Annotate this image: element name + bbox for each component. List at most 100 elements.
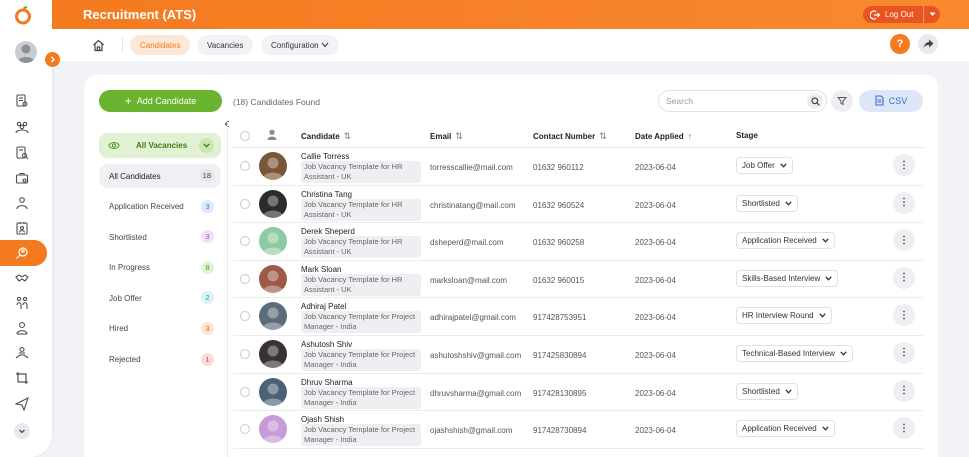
vacancy-select[interactable]: All Vacancies bbox=[99, 133, 221, 158]
table-row[interactable]: Derek Sheperd Job Vacancy Template for HR… bbox=[233, 223, 923, 261]
candidate-phone: 01632 960112 bbox=[533, 163, 584, 172]
eye-icon bbox=[108, 140, 120, 152]
csv-export-button[interactable]: CSV bbox=[859, 90, 923, 112]
sidebar-more-chevron-icon[interactable] bbox=[14, 423, 30, 439]
briefcase-user-icon[interactable] bbox=[12, 168, 32, 188]
stage-item[interactable]: Shortlisted 3 bbox=[99, 225, 221, 249]
stage-item[interactable]: Rejected 1 bbox=[99, 348, 221, 372]
row-more-options-icon[interactable]: ⋮ bbox=[893, 191, 915, 214]
stage-dropdown[interactable]: HR Interview Round bbox=[736, 307, 832, 325]
chevron-down-icon[interactable] bbox=[923, 6, 940, 23]
table-row[interactable]: Callie Torress Job Vacancy Template for H… bbox=[233, 148, 923, 186]
tab-candidates[interactable]: Candidates bbox=[130, 35, 191, 55]
candidate-name[interactable]: Dhruv Sharma bbox=[301, 378, 353, 387]
calendar-user-icon[interactable] bbox=[12, 218, 32, 238]
people-group-icon[interactable] bbox=[12, 117, 32, 137]
row-more-options-icon[interactable]: ⋮ bbox=[893, 266, 915, 289]
add-candidate-button[interactable]: + Add Candidate bbox=[99, 90, 222, 112]
table-row[interactable]: Mark Sloan Job Vacancy Template for HR As… bbox=[233, 261, 923, 299]
recruitment-search-icon[interactable] bbox=[12, 243, 32, 263]
stage-dropdown[interactable]: Technical-Based Interview bbox=[736, 344, 853, 362]
candidate-name[interactable]: Adhiraj Patel bbox=[301, 302, 346, 311]
candidate-name[interactable]: Mark Sloan bbox=[301, 265, 341, 274]
sidebar-expand-chevron-icon[interactable] bbox=[45, 52, 60, 67]
stage-dropdown[interactable]: Application Received bbox=[736, 232, 835, 250]
table-row[interactable]: Dhruv Sharma Job Vacancy Template for Pro… bbox=[233, 374, 923, 412]
column-stage: Stage bbox=[736, 131, 758, 140]
row-checkbox[interactable] bbox=[240, 311, 250, 322]
stage-dropdown[interactable]: Shortlisted bbox=[736, 382, 798, 400]
user-hand-icon[interactable] bbox=[12, 343, 32, 363]
tab-vacancies[interactable]: Vacancies bbox=[197, 35, 254, 55]
stage-dropdown[interactable]: Skills-Based Interview bbox=[736, 269, 839, 287]
chevron-down-icon bbox=[199, 138, 214, 153]
stage-label: Hired bbox=[109, 324, 129, 334]
stage-dropdown[interactable]: Job Offer bbox=[736, 157, 793, 174]
row-checkbox[interactable] bbox=[240, 386, 250, 397]
stage-item[interactable]: Application Received 3 bbox=[99, 195, 221, 219]
candidate-name[interactable]: Christina Tang bbox=[301, 190, 352, 199]
candidate-name[interactable]: Derek Sheperd bbox=[301, 227, 355, 236]
candidate-date-applied: 2023-06-04 bbox=[635, 238, 676, 248]
stage-dropdown-value: Application Received bbox=[742, 424, 817, 434]
candidate-avatar bbox=[259, 227, 287, 256]
help-button[interactable]: ? bbox=[890, 34, 910, 54]
tab-configuration[interactable]: Configuration bbox=[261, 35, 339, 55]
row-more-options-icon[interactable]: ⋮ bbox=[893, 304, 915, 327]
transfer-arrows-icon[interactable] bbox=[12, 368, 32, 388]
candidate-name[interactable]: Ashutosh Shiv bbox=[301, 340, 352, 349]
chevron-down-icon bbox=[321, 41, 329, 50]
row-more-options-icon[interactable]: ⋮ bbox=[893, 229, 915, 252]
column-email[interactable]: Email ⇅ bbox=[430, 131, 463, 142]
stage-dropdown[interactable]: Application Received bbox=[736, 420, 835, 438]
row-checkbox[interactable] bbox=[240, 424, 250, 435]
candidate-avatar bbox=[259, 339, 287, 368]
column-date-applied[interactable]: Date Applied ↑ bbox=[635, 131, 692, 141]
stage-count-badge: 1 bbox=[201, 352, 214, 366]
candidate-name[interactable]: Ojash Shish bbox=[301, 415, 344, 424]
candidate-name[interactable]: Callie Torress bbox=[301, 152, 349, 161]
table-row[interactable]: Christina Tang Job Vacancy Template for H… bbox=[233, 186, 923, 224]
candidate-vacancy: Job Vacancy Template for HR Assistant - … bbox=[301, 273, 421, 296]
stage-item[interactable]: In Progress 8 bbox=[99, 256, 221, 280]
row-more-options-icon[interactable]: ⋮ bbox=[893, 417, 915, 440]
row-more-options-icon[interactable]: ⋮ bbox=[893, 154, 915, 176]
stage-count-badge: 3 bbox=[201, 199, 214, 213]
candidate-phone: 01632 960015 bbox=[533, 275, 585, 285]
handshake-icon[interactable] bbox=[12, 268, 32, 288]
app-logo-icon[interactable] bbox=[14, 5, 32, 27]
row-checkbox[interactable] bbox=[240, 348, 250, 359]
row-checkbox[interactable] bbox=[240, 198, 250, 209]
user-avatar[interactable] bbox=[15, 41, 37, 63]
stage-item[interactable]: Hired 3 bbox=[99, 317, 221, 341]
stage-item[interactable]: All Candidates 18 bbox=[99, 164, 221, 188]
row-more-options-icon[interactable]: ⋮ bbox=[893, 379, 915, 402]
row-checkbox[interactable] bbox=[240, 161, 250, 171]
document-search-icon[interactable] bbox=[12, 143, 32, 163]
search-input[interactable] bbox=[666, 96, 796, 106]
send-plane-icon[interactable] bbox=[12, 394, 32, 414]
share-arrow-icon[interactable] bbox=[918, 34, 938, 54]
select-all-checkbox[interactable] bbox=[240, 131, 250, 141]
search-icon[interactable] bbox=[807, 93, 823, 109]
column-candidate[interactable]: Candidate ⇅ bbox=[301, 131, 351, 142]
csv-label: CSV bbox=[888, 96, 908, 106]
logout-icon bbox=[867, 6, 883, 23]
stage-dropdown[interactable]: Shortlisted bbox=[736, 194, 798, 212]
user-coins-icon[interactable] bbox=[12, 193, 32, 213]
table-row[interactable]: Adhiraj Patel Job Vacancy Template for Pr… bbox=[233, 298, 923, 336]
tab-vacancies-label: Vacancies bbox=[207, 40, 244, 50]
team-hierarchy-icon[interactable] bbox=[12, 293, 32, 313]
logout-button[interactable]: Log Out bbox=[863, 6, 940, 23]
row-checkbox[interactable] bbox=[240, 273, 250, 284]
row-more-options-icon[interactable]: ⋮ bbox=[893, 341, 915, 364]
table-row[interactable]: Ashutosh Shiv Job Vacancy Template for Pr… bbox=[233, 336, 923, 374]
filter-icon[interactable] bbox=[831, 90, 853, 112]
stage-item[interactable]: Job Offer 2 bbox=[99, 286, 221, 310]
home-icon[interactable] bbox=[88, 35, 108, 55]
user-badge-icon[interactable] bbox=[12, 318, 32, 338]
dashboard-report-icon[interactable] bbox=[12, 91, 32, 111]
column-contact-number[interactable]: Contact Number ⇅ bbox=[533, 131, 607, 142]
row-checkbox[interactable] bbox=[240, 236, 250, 247]
table-row[interactable]: Ojash Shish Job Vacancy Template for Proj… bbox=[233, 411, 923, 449]
